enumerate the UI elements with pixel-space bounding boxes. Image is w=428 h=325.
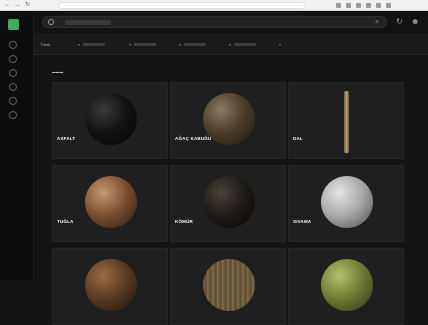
- material-preview: [85, 259, 137, 311]
- extension-icon[interactable]: [356, 3, 361, 8]
- box-icon[interactable]: [9, 83, 17, 91]
- material-preview: [321, 259, 373, 311]
- extension-icon[interactable]: [336, 3, 341, 8]
- forward-icon[interactable]: →: [14, 2, 21, 9]
- layers-icon[interactable]: [9, 69, 17, 77]
- sidebar: [0, 11, 34, 280]
- filter-all[interactable]: Tümü: [40, 42, 50, 47]
- material-name: SIVAMA: [293, 219, 312, 224]
- filter-all-label: Tümü: [40, 42, 51, 47]
- chevron-down-icon: ▾: [129, 42, 132, 47]
- filter-chip[interactable]: ▾: [129, 42, 157, 47]
- filter-chip[interactable]: ▾: [179, 42, 207, 47]
- profile-icon[interactable]: [376, 3, 381, 8]
- search-icon: [48, 19, 54, 25]
- material-preview: [321, 176, 373, 228]
- material-preview: [344, 91, 349, 153]
- filter-chip[interactable]: ▾: [279, 42, 281, 47]
- menu-icon[interactable]: [386, 3, 391, 8]
- material-preview: [85, 93, 137, 145]
- material-preview: [203, 176, 255, 228]
- material-name: DAL: [293, 136, 303, 141]
- search-query: [65, 20, 111, 25]
- extension-icon[interactable]: [346, 3, 351, 8]
- filter-chip[interactable]: ▾: [229, 42, 257, 47]
- chevron-down-icon: ▾: [279, 42, 282, 47]
- material-preview: [85, 176, 137, 228]
- material-card[interactable]: ASFALT: [52, 82, 168, 159]
- browser-toolbar: ← → ↻: [0, 0, 428, 11]
- refresh-icon[interactable]: ↻: [396, 17, 403, 27]
- reload-icon[interactable]: ↻: [24, 2, 31, 9]
- material-card[interactable]: [288, 248, 404, 325]
- material-preview: [203, 259, 255, 311]
- material-name: ASFALT: [57, 136, 76, 141]
- material-card[interactable]: [170, 248, 286, 325]
- material-card[interactable]: [52, 248, 168, 325]
- search-input[interactable]: ×: [42, 16, 387, 28]
- settings-icon[interactable]: [9, 111, 17, 119]
- chevron-down-icon: ▾: [229, 42, 232, 47]
- filter-chip[interactable]: ▾: [78, 42, 106, 47]
- filter-bar: Tümü ▾ ▾ ▾ ▾ ▾: [34, 33, 428, 55]
- user-icon[interactable]: ☻: [411, 17, 419, 27]
- material-card[interactable]: DAL: [288, 82, 404, 159]
- address-bar[interactable]: [58, 2, 306, 9]
- extension-icon[interactable]: [366, 3, 371, 8]
- app-logo[interactable]: [8, 19, 19, 30]
- section-label: ▬▬▬: [52, 70, 64, 74]
- top-bar: × ↻ ☻: [34, 11, 428, 33]
- home-icon[interactable]: [9, 41, 17, 49]
- material-name: AĞAÇ KABUĞU: [175, 136, 212, 141]
- image-icon[interactable]: [9, 97, 17, 105]
- material-name: KÖMÜR: [175, 219, 193, 224]
- chevron-down-icon: ▾: [78, 42, 81, 47]
- material-card[interactable]: TUĞLA: [52, 165, 168, 242]
- material-name: TUĞLA: [57, 219, 74, 224]
- material-card[interactable]: AĞAÇ KABUĞU: [170, 82, 286, 159]
- grid-icon[interactable]: [9, 55, 17, 63]
- back-icon[interactable]: ←: [4, 2, 11, 9]
- material-card[interactable]: SIVAMA: [288, 165, 404, 242]
- chevron-down-icon: ▾: [179, 42, 182, 47]
- material-card[interactable]: KÖMÜR: [170, 165, 286, 242]
- close-icon[interactable]: ×: [375, 18, 379, 27]
